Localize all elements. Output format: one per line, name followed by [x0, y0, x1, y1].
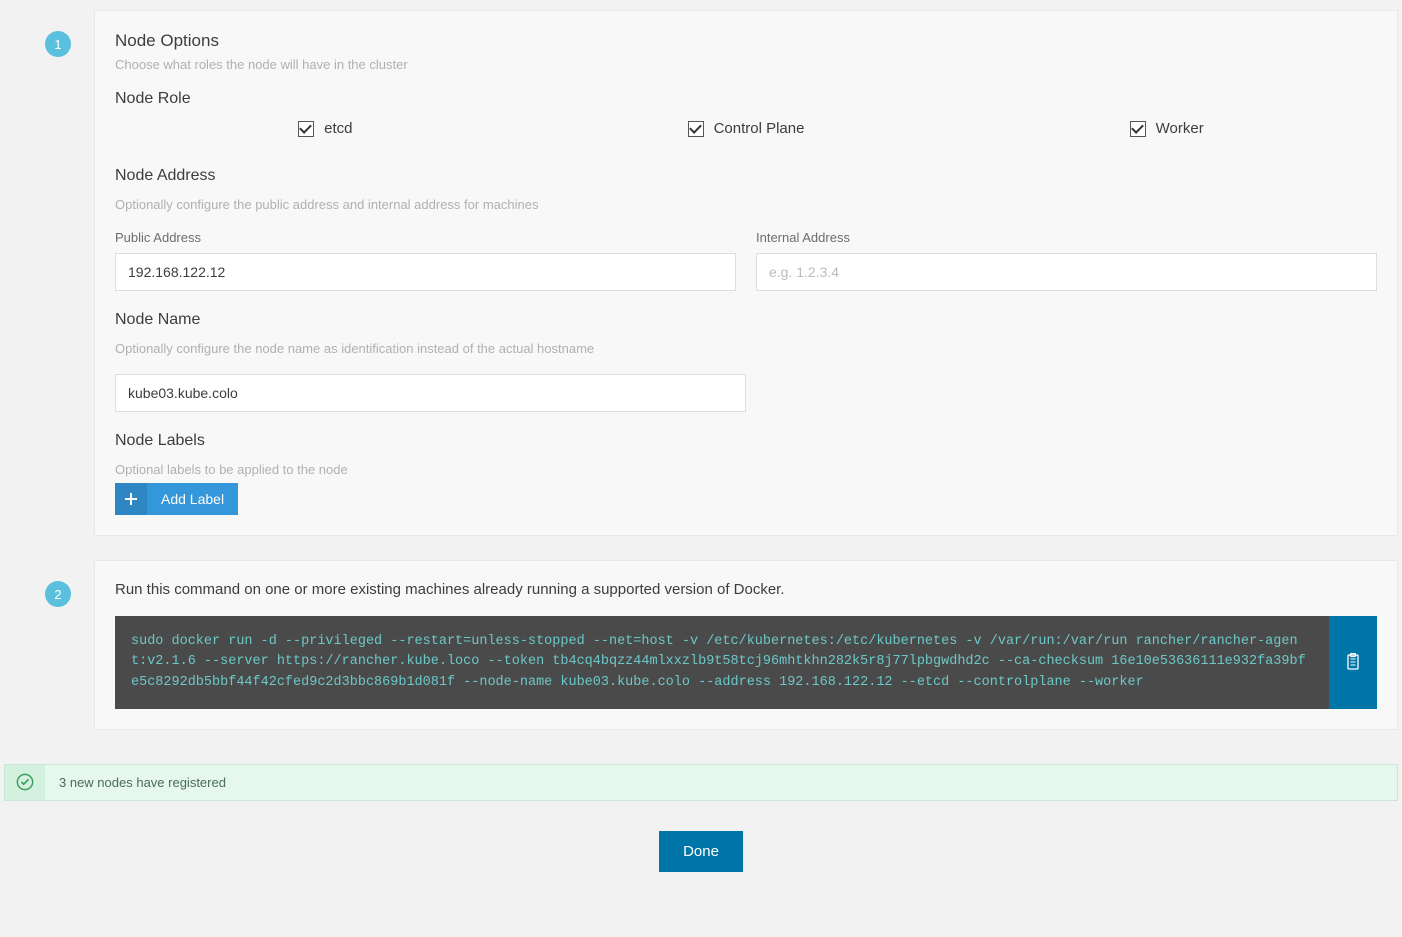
clipboard-icon — [1345, 653, 1361, 671]
node-name-input[interactable] — [115, 374, 746, 412]
node-name-subtitle: Optionally configure the node name as id… — [115, 341, 1377, 356]
internal-address-input[interactable] — [756, 253, 1377, 291]
status-bar: 3 new nodes have registered — [4, 764, 1398, 801]
panel-title: Node Options — [115, 31, 1377, 51]
role-etcd[interactable]: etcd — [115, 120, 536, 137]
copy-button[interactable] — [1329, 616, 1377, 709]
node-address-label: Node Address — [115, 167, 1377, 185]
command-code[interactable]: sudo docker run -d --privileged --restar… — [115, 616, 1329, 709]
status-message: 3 new nodes have registered — [45, 765, 240, 800]
role-row: etcd Control Plane Worker — [115, 120, 1377, 137]
public-address-input[interactable] — [115, 253, 736, 291]
checkbox-controlplane[interactable] — [688, 121, 704, 137]
internal-address-label: Internal Address — [756, 230, 1377, 245]
node-options-panel: 1 Node Options Choose what roles the nod… — [94, 10, 1398, 536]
panel-subtitle: Choose what roles the node will have in … — [115, 57, 1377, 72]
done-button[interactable]: Done — [659, 831, 743, 872]
node-labels-label: Node Labels — [115, 432, 1377, 450]
node-name-label: Node Name — [115, 311, 1377, 329]
public-address-label: Public Address — [115, 230, 736, 245]
step-badge-1: 1 — [45, 31, 71, 57]
add-label-button[interactable]: Add Label — [115, 483, 238, 515]
role-controlplane[interactable]: Control Plane — [536, 120, 957, 137]
step-badge-2: 2 — [45, 581, 71, 607]
checkbox-worker[interactable] — [1130, 121, 1146, 137]
role-etcd-label: etcd — [324, 120, 352, 137]
node-labels-subtitle: Optional labels to be applied to the nod… — [115, 462, 1377, 477]
add-label-text: Add Label — [147, 491, 238, 507]
run-command-panel: 2 Run this command on one or more existi… — [94, 560, 1398, 730]
node-role-label: Node Role — [115, 90, 1377, 108]
success-icon — [5, 765, 45, 800]
checkbox-etcd[interactable] — [298, 121, 314, 137]
role-worker-label: Worker — [1156, 120, 1204, 137]
role-controlplane-label: Control Plane — [714, 120, 805, 137]
command-instruction: Run this command on one or more existing… — [115, 581, 1377, 598]
role-worker[interactable]: Worker — [956, 120, 1377, 137]
node-address-subtitle: Optionally configure the public address … — [115, 197, 1377, 212]
plus-icon — [115, 483, 147, 515]
